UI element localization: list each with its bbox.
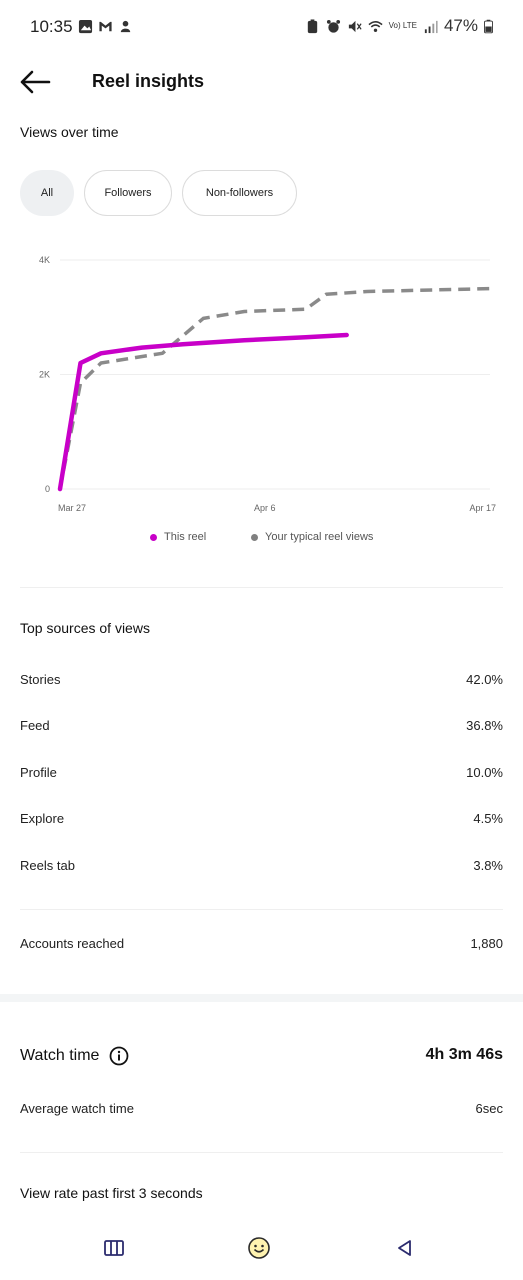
legend-this-reel: This reel — [150, 531, 206, 543]
info-icon[interactable] — [109, 1046, 129, 1066]
battery-icon — [484, 19, 493, 33]
views-chart: 4K 2K 0 Mar 27 Apr 6 Apr 17 — [0, 245, 523, 525]
wifi-icon — [368, 20, 383, 32]
system-navbar — [0, 1222, 523, 1280]
section-separator — [0, 994, 523, 1002]
legend-dot-typical — [251, 533, 258, 541]
legend-typical: Your typical reel views — [251, 531, 373, 543]
source-row-profile: Profile 10.0% — [20, 765, 503, 785]
views-chart-svg: 4K 2K 0 Mar 27 Apr 6 Apr 17 — [39, 255, 496, 513]
filter-chip-followers[interactable]: Followers — [84, 170, 172, 216]
accounts-reached-value: 1,880 — [470, 936, 503, 951]
legend-label-this-reel: This reel — [164, 531, 207, 543]
source-label: Feed — [20, 718, 50, 733]
average-watch-time-row: Average watch time 6sec — [20, 1101, 503, 1121]
source-value: 36.8% — [466, 718, 503, 733]
watch-time-header: Watch time — [20, 1046, 129, 1066]
back-button[interactable] — [387, 1230, 423, 1266]
series-line-this-reel — [57, 332, 349, 492]
volte-label: Vo) LTE — [388, 21, 417, 30]
legend-dot-this-reel — [150, 533, 157, 541]
status-bar: 10:35 Vo) LTE 47% — [0, 0, 523, 54]
status-time: 10:35 — [30, 17, 73, 36]
x-tick-label: Apr 17 — [469, 503, 496, 513]
app-header: Reel insights — [0, 54, 523, 110]
recents-icon — [104, 1240, 124, 1256]
divider — [20, 1152, 503, 1153]
average-watch-time-value: 6sec — [475, 1101, 503, 1116]
view-rate-title: View rate past first 3 seconds — [20, 1185, 203, 1201]
source-value: 10.0% — [466, 765, 503, 780]
alarm-icon — [326, 19, 340, 33]
source-label: Stories — [20, 672, 61, 687]
source-row-stories: Stories 42.0% — [20, 672, 503, 692]
x-tick-label: Mar 27 — [58, 503, 86, 513]
gallery-icon — [78, 19, 93, 34]
gmail-icon — [99, 21, 112, 32]
accounts-reached-row: Accounts reached 1,880 — [20, 936, 503, 956]
source-row-explore: Explore 4.5% — [20, 811, 503, 831]
recents-button[interactable] — [96, 1230, 132, 1266]
x-tick-label: Apr 6 — [254, 503, 276, 513]
filter-chip-non-followers[interactable]: Non-followers — [182, 170, 297, 216]
notification-icons — [78, 19, 133, 34]
source-value: 3.8% — [473, 858, 503, 873]
back-arrow-icon[interactable] — [18, 68, 52, 96]
y-tick-label: 4K — [39, 255, 50, 265]
divider — [20, 587, 503, 588]
views-section-title: Views over time — [20, 124, 119, 140]
divider — [20, 909, 503, 910]
home-icon — [248, 1237, 270, 1259]
home-button[interactable] — [241, 1230, 277, 1266]
chart-legend: This reel Your typical reel views — [0, 531, 523, 547]
watch-time-value: 4h 3m 46s — [425, 1046, 503, 1063]
source-label: Reels tab — [20, 858, 75, 873]
source-label: Profile — [20, 765, 57, 780]
page-title: Reel insights — [92, 71, 205, 91]
system-status: Vo) LTE 47% — [305, 16, 493, 36]
source-label: Explore — [20, 811, 65, 826]
series-line-typical-reel — [58, 286, 491, 490]
sources-section-title: Top sources of views — [20, 620, 150, 636]
signal-icon — [424, 20, 438, 33]
average-watch-time-label: Average watch time — [20, 1101, 134, 1116]
source-row-feed: Feed 36.8% — [20, 718, 503, 738]
source-value: 42.0% — [466, 672, 503, 687]
source-row-reels-tab: Reels tab 3.8% — [20, 858, 503, 878]
mute-icon — [348, 20, 362, 32]
battery-percent: 47% — [443, 16, 478, 35]
source-value: 4.5% — [473, 811, 503, 826]
y-tick-label: 0 — [45, 484, 50, 494]
y-tick-label: 2K — [39, 370, 50, 380]
triangle-back-icon — [398, 1240, 411, 1256]
watch-time-label: Watch time — [20, 1047, 100, 1064]
accounts-reached-label: Accounts reached — [20, 936, 125, 951]
sticker-icon — [120, 20, 131, 33]
battery-saver-icon — [307, 18, 317, 33]
filter-chip-all[interactable]: All — [20, 170, 74, 216]
legend-label-typical: Your typical reel views — [265, 531, 374, 543]
